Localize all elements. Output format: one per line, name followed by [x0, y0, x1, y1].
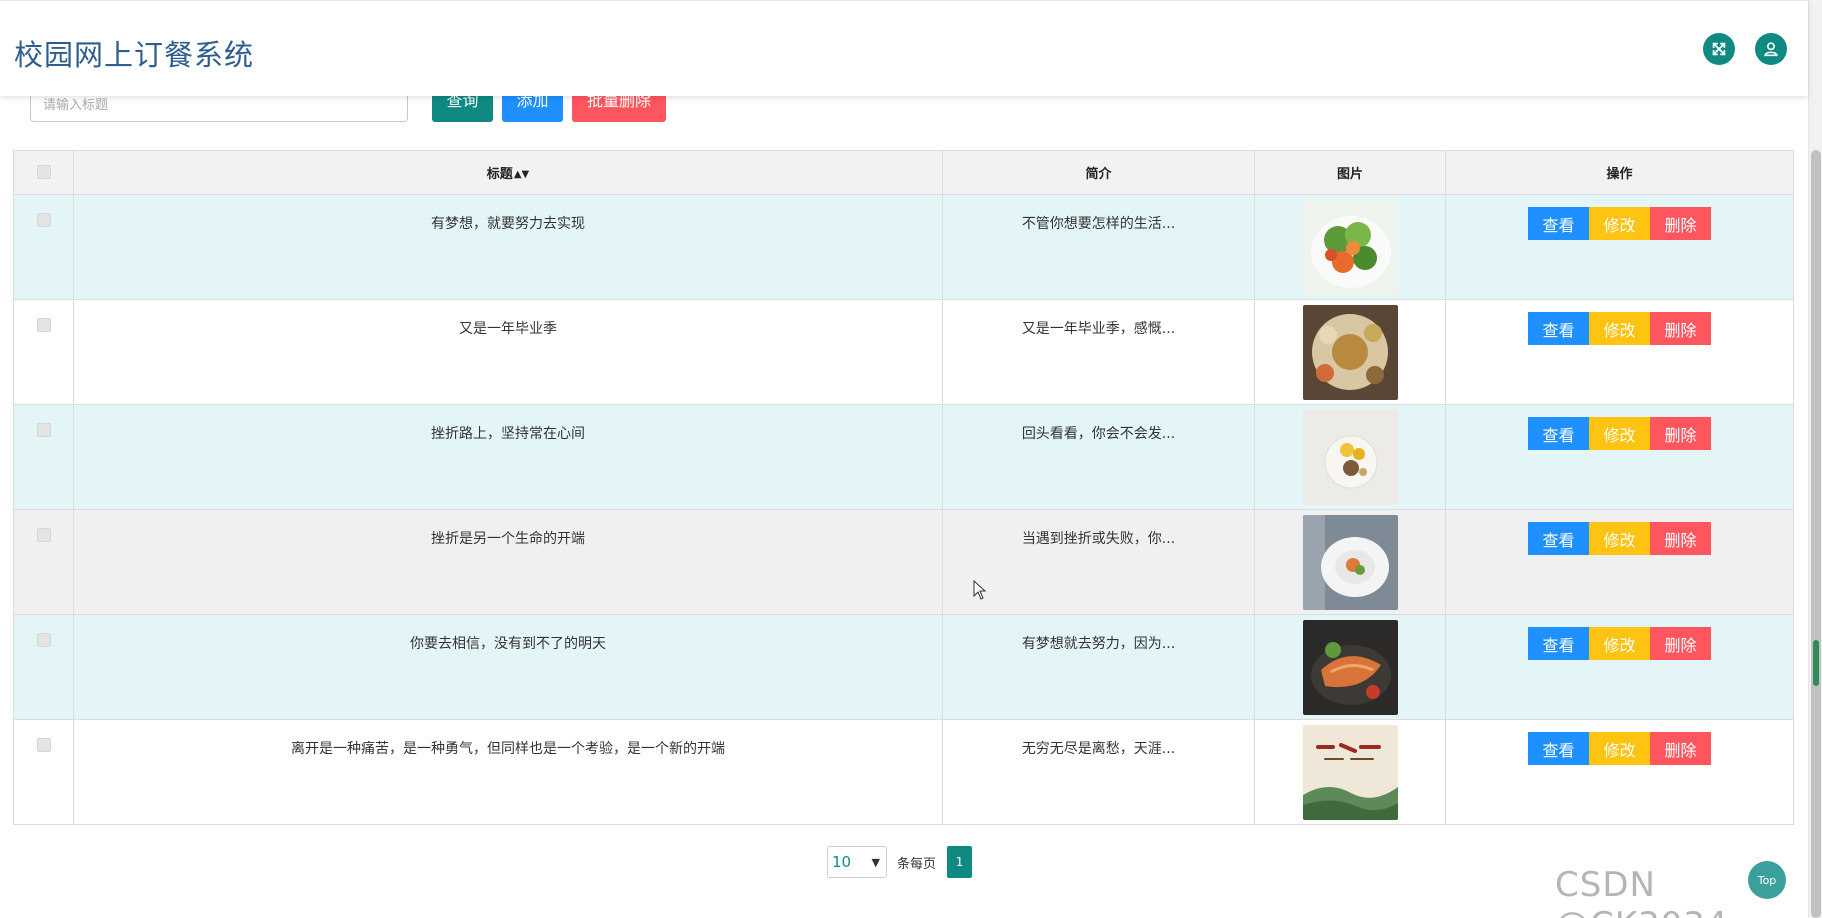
- row-image-cell: [1254, 719, 1446, 825]
- platter-photo-icon: [1302, 305, 1398, 400]
- column-header-actions: 操作: [1445, 150, 1794, 195]
- row-checkbox[interactable]: [36, 423, 51, 437]
- table-header-row: 标题▲▼ 简介 图片 操作: [13, 150, 1794, 195]
- row-checkbox[interactable]: [36, 318, 51, 332]
- row-actions: 查看 修改 删除: [1445, 404, 1794, 510]
- poster-photo-icon: [1302, 725, 1398, 820]
- row-summary: 当遇到挫折或失败，你...: [942, 509, 1255, 615]
- column-title-label: 标题: [486, 167, 513, 182]
- row-checkbox-cell: [13, 404, 74, 510]
- row-summary: 又是一年毕业季，感慨...: [942, 299, 1255, 405]
- row-title: 你要去相信，没有到不了的明天: [73, 614, 943, 720]
- page: 查询 添加 批量删除 校园网上订餐系统: [0, 0, 1822, 918]
- delete-button[interactable]: 删除: [1650, 732, 1711, 765]
- row-actions: 查看 修改 删除: [1445, 719, 1794, 825]
- app-title: 校园网上订餐系统: [14, 38, 255, 72]
- row-checkbox-cell: [13, 194, 74, 300]
- edit-button[interactable]: 修改: [1589, 522, 1650, 555]
- row-actions: 查看 修改 删除: [1445, 509, 1794, 615]
- row-summary: 无穷无尽是离愁，天涯...: [942, 719, 1255, 825]
- edit-button[interactable]: 修改: [1589, 627, 1650, 660]
- expand-icon: [1712, 42, 1726, 56]
- column-header-summary: 简介: [942, 150, 1255, 195]
- table-row: 离开是一种痛苦，是一种勇气，但同样也是一个考验，是一个新的开端 无穷无尽是离愁，…: [13, 719, 1794, 825]
- select-all-cell: [13, 150, 74, 195]
- user-button[interactable]: [1755, 33, 1787, 65]
- row-image-cell: [1254, 299, 1446, 405]
- view-button[interactable]: 查看: [1528, 732, 1589, 765]
- row-actions: 查看 修改 删除: [1445, 614, 1794, 720]
- column-header-image: 图片: [1254, 150, 1446, 195]
- delete-button[interactable]: 删除: [1650, 417, 1711, 450]
- row-actions: 查看 修改 删除: [1445, 194, 1794, 300]
- table-row: 又是一年毕业季 又是一年毕业季，感慨... 查看 修改 删除: [13, 299, 1794, 405]
- row-summary: 回头看看，你会不会发...: [942, 404, 1255, 510]
- dessert-photo-icon: [1302, 410, 1398, 505]
- back-to-top-button[interactable]: Top: [1748, 861, 1786, 899]
- delete-button[interactable]: 删除: [1650, 627, 1711, 660]
- row-checkbox-cell: [13, 614, 74, 720]
- page-number-button[interactable]: 1: [947, 846, 973, 878]
- edit-button[interactable]: 修改: [1589, 312, 1650, 345]
- view-button[interactable]: 查看: [1528, 207, 1589, 240]
- view-button[interactable]: 查看: [1528, 627, 1589, 660]
- salad-photo-icon: [1302, 200, 1398, 295]
- vertical-scrollbar[interactable]: [1808, 0, 1822, 918]
- row-checkbox-cell: [13, 509, 74, 615]
- data-table: 标题▲▼ 简介 图片 操作 有梦想，就要努力去实现 不管你想要怎样的生活...: [13, 150, 1794, 825]
- scrollbar-thumb[interactable]: [1811, 150, 1821, 918]
- row-image-cell: [1254, 404, 1446, 510]
- salmon-photo-icon: [1302, 620, 1398, 715]
- row-checkbox[interactable]: [36, 633, 51, 647]
- mouse-cursor-icon: [973, 580, 987, 600]
- row-summary: 不管你想要怎样的生活...: [942, 194, 1255, 300]
- fullscreen-button[interactable]: [1703, 33, 1735, 65]
- row-checkbox-cell: [13, 719, 74, 825]
- pagination: 10 ▼ 条每页 1: [827, 846, 973, 878]
- row-title: 离开是一种痛苦，是一种勇气，但同样也是一个考验，是一个新的开端: [73, 719, 943, 825]
- column-header-title[interactable]: 标题▲▼: [73, 150, 943, 195]
- row-title: 挫折是另一个生命的开端: [73, 509, 943, 615]
- sort-icon[interactable]: ▲▼: [514, 169, 529, 180]
- view-button[interactable]: 查看: [1528, 522, 1589, 555]
- edit-button[interactable]: 修改: [1589, 207, 1650, 240]
- row-image-cell: [1254, 194, 1446, 300]
- user-icon: [1764, 42, 1778, 57]
- table-row: 挫折是另一个生命的开端 当遇到挫折或失败，你... 查看 修改 删除: [13, 509, 1794, 615]
- row-title: 又是一年毕业季: [73, 299, 943, 405]
- table-row: 你要去相信，没有到不了的明天 有梦想就去努力，因为... 查看 修改 删除: [13, 614, 1794, 720]
- page-size-value: 10: [832, 853, 852, 871]
- row-image-cell: [1254, 614, 1446, 720]
- page-size-select[interactable]: 10 ▼: [827, 846, 887, 878]
- row-actions: 查看 修改 删除: [1445, 299, 1794, 405]
- row-checkbox[interactable]: [36, 528, 51, 542]
- select-all-checkbox[interactable]: [36, 164, 51, 179]
- edit-button[interactable]: 修改: [1589, 732, 1650, 765]
- row-checkbox-cell: [13, 299, 74, 405]
- plated-dish-photo-icon: [1302, 515, 1398, 610]
- view-button[interactable]: 查看: [1528, 417, 1589, 450]
- per-page-label: 条每页: [897, 856, 937, 872]
- table-row: 挫折路上，坚持常在心间 回头看看，你会不会发... 查看 修改 删除: [13, 404, 1794, 510]
- edit-button[interactable]: 修改: [1589, 417, 1650, 450]
- row-title: 有梦想，就要努力去实现: [73, 194, 943, 300]
- scroll-position-marker: [1813, 640, 1819, 686]
- top-header: 校园网上订餐系统: [0, 0, 1808, 96]
- row-checkbox[interactable]: [36, 213, 51, 227]
- row-checkbox[interactable]: [36, 738, 51, 752]
- row-title: 挫折路上，坚持常在心间: [73, 404, 943, 510]
- view-button[interactable]: 查看: [1528, 312, 1589, 345]
- row-summary: 有梦想就去努力，因为...: [942, 614, 1255, 720]
- delete-button[interactable]: 删除: [1650, 207, 1711, 240]
- delete-button[interactable]: 删除: [1650, 522, 1711, 555]
- chevron-down-icon: ▼: [871, 855, 880, 869]
- table-row: 有梦想，就要努力去实现 不管你想要怎样的生活... 查看 修改 删除: [13, 194, 1794, 300]
- row-image-cell: [1254, 509, 1446, 615]
- delete-button[interactable]: 删除: [1650, 312, 1711, 345]
